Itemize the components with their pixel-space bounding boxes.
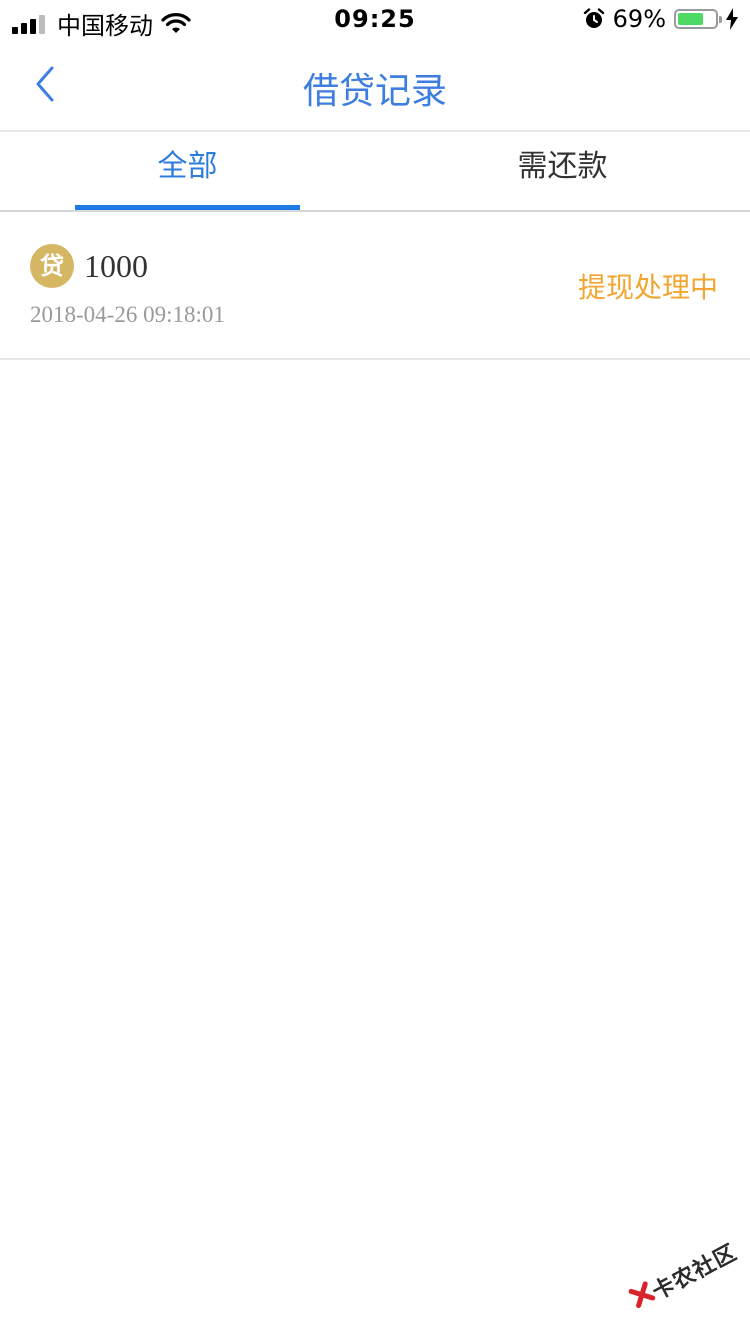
status-bar: 中国移动 09:25 69% [0,0,750,40]
tab-all-label: 全部 [157,149,218,184]
tab-bar: 全部 需还款 [0,132,750,210]
tab-repayment-due[interactable]: 需还款 [375,132,750,210]
status-right: 69% [583,5,738,33]
alarm-icon [583,8,604,28]
loan-amount: 1000 [84,248,148,284]
list-divider [0,358,750,360]
loan-timestamp: 2018-04-26 09:18:01 [30,302,225,327]
screen: 中国移动 09:25 69% 借贷记录 全部 需还款 贷 1000 2018-0… [0,0,750,1334]
battery-percent: 69% [612,5,666,33]
navigation-bar: 借贷记录 [0,40,750,130]
page-title: 借贷记录 [302,71,447,112]
loan-record-item[interactable]: 贷 1000 2018-04-26 09:18:01 提现处理中 [0,212,750,358]
charging-bolt-icon [726,8,738,30]
battery-icon [674,9,722,29]
battery-level [678,13,703,25]
tab-all[interactable]: 全部 [0,132,375,210]
watermark-text: 卡农社区 [648,1240,742,1306]
tab-repayment-due-label: 需还款 [517,149,608,184]
loan-status: 提现处理中 [577,271,718,304]
loan-badge-icon: 贷 [30,244,74,288]
watermark: 卡农社区 [622,1230,747,1334]
